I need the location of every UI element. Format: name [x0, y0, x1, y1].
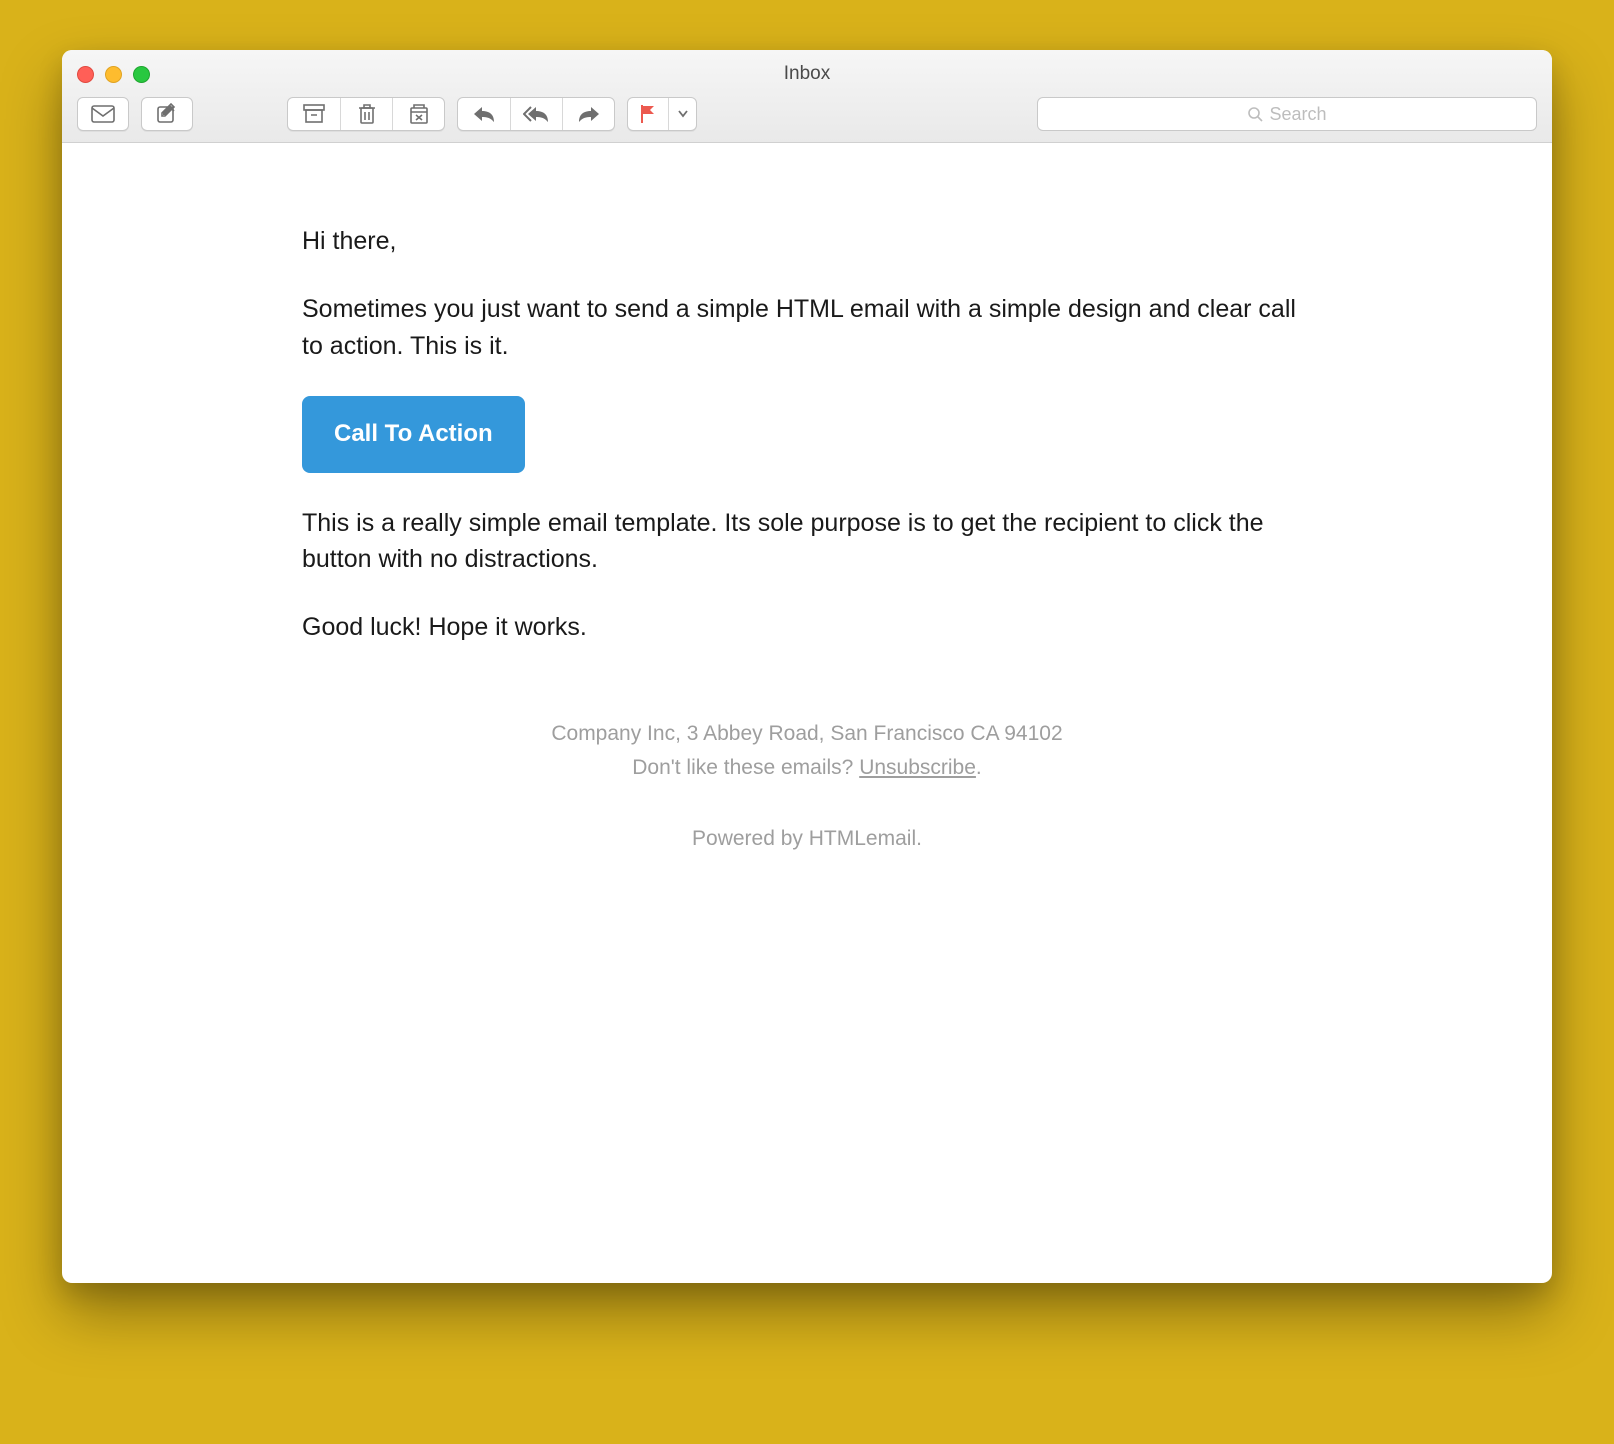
archive-icon	[303, 104, 325, 124]
forward-icon	[577, 105, 601, 123]
chevron-down-icon	[678, 110, 688, 118]
powered-prefix: Powered by	[692, 827, 809, 850]
unsubscribe-link[interactable]: Unsubscribe	[859, 756, 976, 779]
search-field[interactable]: Search	[1037, 97, 1537, 131]
email-intro: Sometimes you just want to send a simple…	[302, 291, 1312, 364]
powered-suffix: .	[916, 827, 922, 850]
email-body-text: This is a really simple email template. …	[302, 505, 1312, 578]
titlebar: Inbox	[62, 50, 1552, 143]
footer-unsubscribe-line: Don't like these emails? Unsubscribe.	[302, 751, 1312, 785]
footer-powered-line: Powered by HTMLemail.	[302, 822, 1312, 856]
flag-button[interactable]	[628, 98, 668, 130]
archive-delete-group	[287, 97, 445, 131]
flag-menu-button[interactable]	[668, 98, 696, 130]
mail-window: Inbox	[62, 50, 1552, 1283]
reply-forward-group	[457, 97, 615, 131]
junk-icon	[408, 103, 430, 125]
fullscreen-window-button[interactable]	[133, 66, 150, 83]
compose-icon	[156, 103, 178, 125]
email-closing: Good luck! Hope it works.	[302, 609, 1312, 645]
archive-button[interactable]	[288, 98, 340, 130]
powered-by-link[interactable]: HTMLemail	[809, 827, 916, 850]
compose-button[interactable]	[141, 97, 193, 131]
cta-button[interactable]: Call To Action	[302, 396, 525, 473]
reply-all-icon	[523, 105, 551, 123]
unsubscribe-prefix: Don't like these emails?	[632, 756, 859, 779]
reply-icon	[472, 105, 496, 123]
search-placeholder: Search	[1269, 104, 1326, 125]
trash-icon	[357, 103, 377, 125]
window-title: Inbox	[77, 63, 1537, 85]
unsubscribe-suffix: .	[976, 756, 982, 779]
delete-button[interactable]	[340, 98, 392, 130]
search-icon	[1247, 106, 1263, 122]
close-window-button[interactable]	[77, 66, 94, 83]
toolbar: Search	[77, 88, 1537, 142]
reply-all-button[interactable]	[510, 98, 562, 130]
reply-button[interactable]	[458, 98, 510, 130]
forward-button[interactable]	[562, 98, 614, 130]
envelope-icon	[91, 105, 115, 123]
flag-icon	[639, 104, 657, 124]
footer-address: Company Inc, 3 Abbey Road, San Francisco…	[302, 717, 1312, 751]
email-body: Hi there, Sometimes you just want to sen…	[62, 143, 1552, 1283]
minimize-window-button[interactable]	[105, 66, 122, 83]
email-greeting: Hi there,	[302, 223, 1312, 259]
junk-button[interactable]	[392, 98, 444, 130]
flag-group	[627, 97, 697, 131]
traffic-lights	[77, 66, 150, 83]
get-mail-button[interactable]	[77, 97, 129, 131]
email-footer: Company Inc, 3 Abbey Road, San Francisco…	[302, 717, 1312, 856]
